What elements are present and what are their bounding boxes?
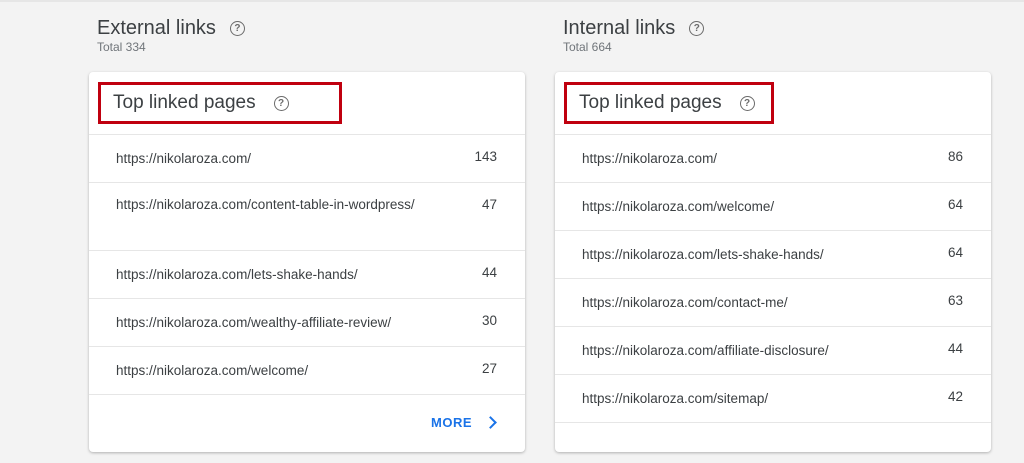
card-footer: MORE	[89, 394, 525, 455]
link-count: 64	[947, 197, 963, 212]
list-item[interactable]: https://nikolaroza.com/affiliate-disclos…	[555, 326, 991, 374]
more-button[interactable]: MORE	[431, 415, 497, 430]
link-count: 143	[474, 149, 497, 164]
link-count: 44	[481, 265, 497, 280]
card-title: Top linked pages ?	[579, 92, 755, 114]
more-label: MORE	[431, 415, 472, 430]
page-url: https://nikolaroza.com/lets-shake-hands/	[116, 267, 358, 282]
card-title-label: Top linked pages	[579, 92, 722, 113]
internal-links-title: Internal links	[563, 17, 676, 39]
link-count: 44	[947, 341, 963, 356]
external-links-total: Total 334	[97, 40, 146, 54]
card-header: Top linked pages ?	[555, 72, 991, 134]
card-title-label: Top linked pages	[113, 92, 256, 113]
link-count: 63	[947, 293, 963, 308]
help-icon[interactable]: ?	[273, 95, 289, 111]
list-item[interactable]: https://nikolaroza.com/ 86	[555, 134, 991, 182]
page-url: https://nikolaroza.com/	[582, 151, 718, 166]
internal-top-linked-pages-card: Top linked pages ? https://nikolaroza.co…	[555, 72, 991, 452]
card-title: Top linked pages ?	[113, 92, 289, 114]
link-count: 64	[947, 245, 963, 260]
help-icon[interactable]: ?	[689, 20, 705, 36]
chevron-right-icon	[484, 416, 497, 429]
list-item[interactable]: https://nikolaroza.com/contact-me/ 63	[555, 278, 991, 326]
link-count: 86	[947, 149, 963, 164]
list-item[interactable]: https://nikolaroza.com/welcome/ 27	[89, 346, 525, 394]
list-item[interactable]: https://nikolaroza.com/sitemap/ 42	[555, 374, 991, 422]
top-divider	[0, 0, 1024, 2]
link-count: 42	[947, 389, 963, 404]
page-url: https://nikolaroza.com/contact-me/	[582, 295, 788, 310]
link-count: 30	[481, 313, 497, 328]
external-links-heading: External links ?	[97, 14, 245, 42]
page-url: https://nikolaroza.com/sitemap/	[582, 391, 769, 406]
list-item[interactable]: https://nikolaroza.com/content-table-in-…	[89, 182, 525, 250]
internal-links-total: Total 664	[563, 40, 612, 54]
list-item[interactable]: https://nikolaroza.com/lets-shake-hands/…	[89, 250, 525, 298]
internal-links-heading: Internal links ?	[563, 14, 705, 42]
external-links-title: External links	[97, 17, 216, 39]
card-header: Top linked pages ?	[89, 72, 525, 134]
link-count: 27	[481, 361, 497, 376]
page-url: https://nikolaroza.com/lets-shake-hands/	[582, 247, 824, 262]
link-count: 47	[481, 197, 497, 212]
list-item-cutoff	[555, 422, 991, 463]
list-item[interactable]: https://nikolaroza.com/welcome/ 64	[555, 182, 991, 230]
help-icon[interactable]: ?	[739, 95, 755, 111]
page-url: https://nikolaroza.com/	[116, 151, 252, 166]
page-url: https://nikolaroza.com/welcome/	[582, 199, 775, 214]
list-item[interactable]: https://nikolaroza.com/lets-shake-hands/…	[555, 230, 991, 278]
page-url: https://nikolaroza.com/affiliate-disclos…	[582, 343, 829, 358]
page-url: https://nikolaroza.com/content-table-in-…	[116, 197, 415, 212]
help-icon[interactable]: ?	[229, 20, 245, 36]
list-item[interactable]: https://nikolaroza.com/wealthy-affiliate…	[89, 298, 525, 346]
page-url: https://nikolaroza.com/welcome/	[116, 363, 309, 378]
page-url: https://nikolaroza.com/wealthy-affiliate…	[116, 315, 392, 330]
external-top-linked-pages-card: Top linked pages ? https://nikolaroza.co…	[89, 72, 525, 452]
list-item[interactable]: https://nikolaroza.com/ 143	[89, 134, 525, 182]
